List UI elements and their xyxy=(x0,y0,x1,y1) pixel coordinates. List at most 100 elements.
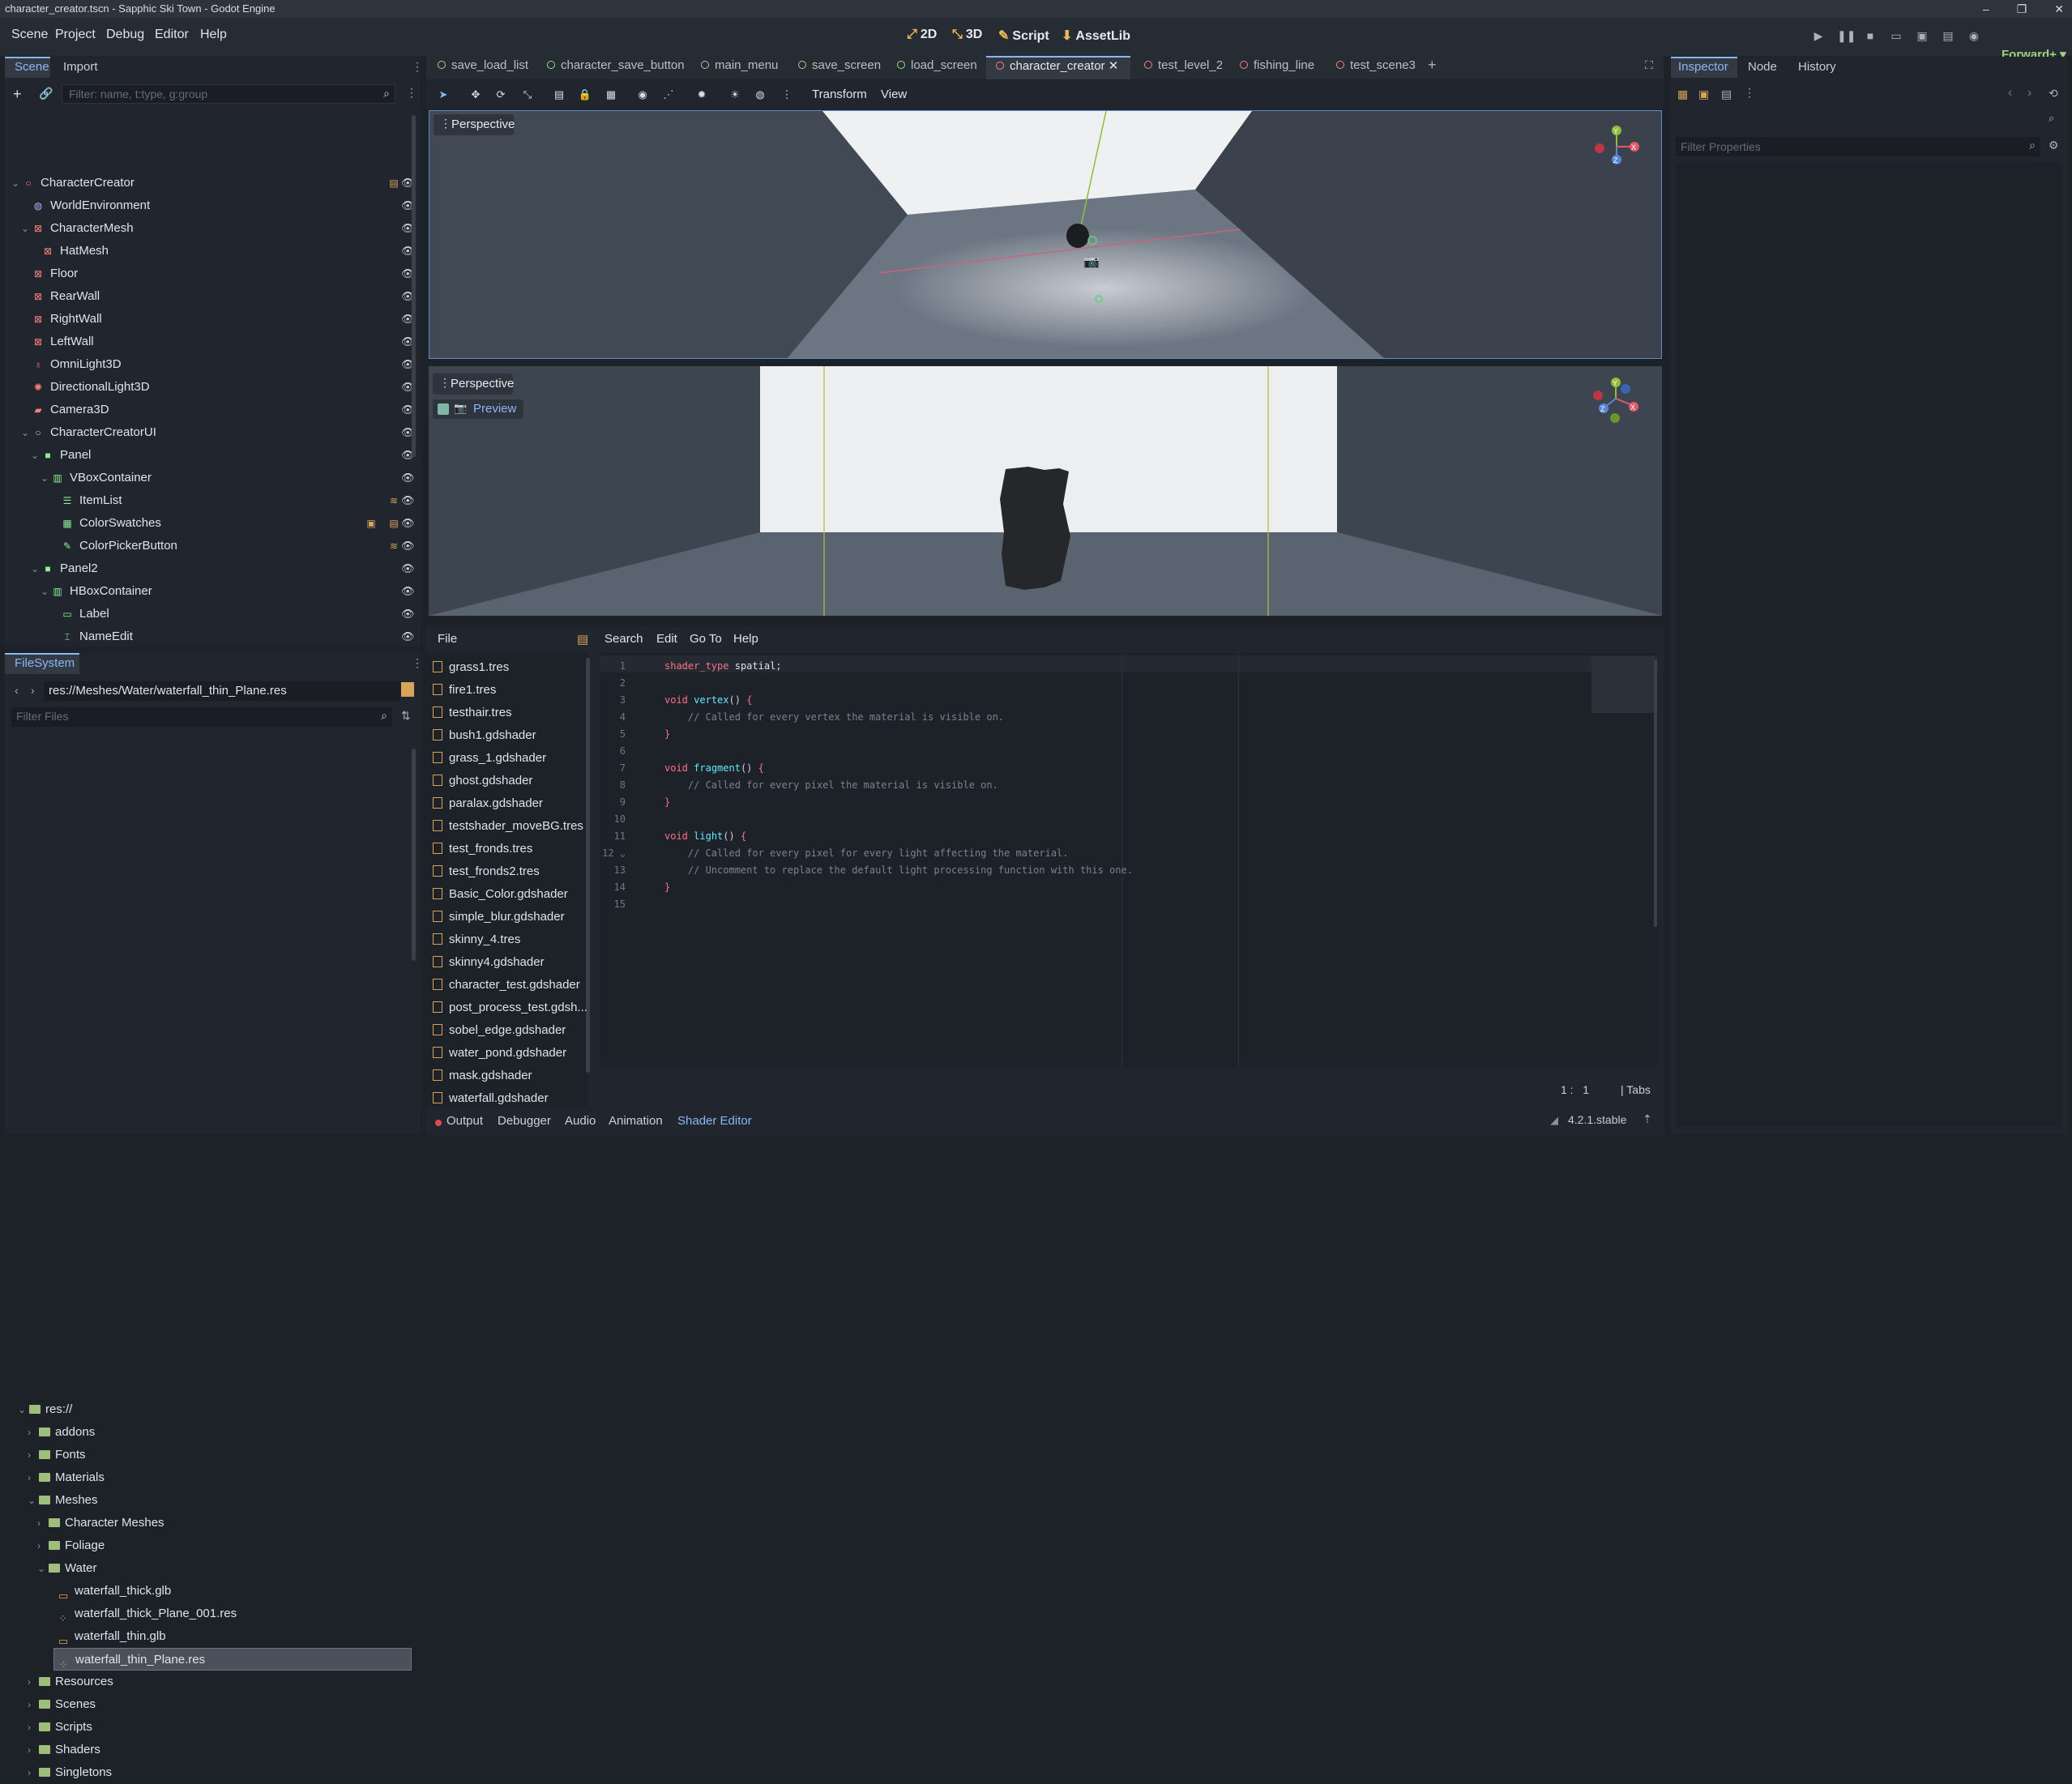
fs-folder-row[interactable]: › Resources xyxy=(18,1671,419,1693)
workspace-2d[interactable]: ⤢ 2D xyxy=(907,28,937,42)
expand-arrow-icon[interactable]: › xyxy=(28,1716,31,1739)
add-node-icon[interactable]: + xyxy=(13,86,22,103)
shader-menu-search[interactable]: Search xyxy=(605,632,643,646)
shader-file-item[interactable]: Basic_Color.gdshader xyxy=(433,883,591,906)
close-window-button[interactable]: ✕ xyxy=(2054,0,2064,18)
shader-file-item[interactable]: simple_blur.gdshader xyxy=(433,906,591,928)
scene-tree-row[interactable]: ⊠ HatMesh 👁 xyxy=(18,240,419,262)
scene-tree-row[interactable]: ⊠ LeftWall 👁 xyxy=(18,331,419,353)
viewport-top-menu[interactable]: ⋮ Perspective xyxy=(434,114,515,135)
shader-file-item[interactable]: fire1.tres xyxy=(433,679,591,702)
workspace-script[interactable]: ✎ Script xyxy=(998,28,1049,44)
shader-file-item[interactable]: testshader_moveBG.tres xyxy=(433,815,591,838)
scene-options-icon[interactable]: ⋮ xyxy=(406,86,417,100)
nav-forward-icon[interactable]: › xyxy=(31,684,35,697)
history-back-icon[interactable]: ‹ xyxy=(2008,86,2012,100)
scene-tree-row[interactable]: ⌄ ▥ HBoxContainer 👁 xyxy=(18,580,419,603)
scene-instance-icon[interactable]: ▣ xyxy=(365,517,378,530)
tab-filesystem[interactable]: FileSystem xyxy=(15,656,75,670)
viewport-bottom[interactable]: ⋮ Perspective 📷 Preview Y X Z xyxy=(429,366,1662,616)
expand-arrow-icon[interactable]: ⌄ xyxy=(31,557,39,580)
code-line[interactable]: 15 xyxy=(601,896,664,913)
code-line[interactable]: 2 xyxy=(601,675,664,692)
sun-toggle-icon[interactable]: ☀ xyxy=(728,87,742,102)
fs-folder-row[interactable]: › Scripts xyxy=(18,1716,419,1739)
scene-tab-character-creator[interactable]: character_creator ✕ xyxy=(996,58,1118,73)
fs-folder-row[interactable]: › Character Meshes xyxy=(18,1512,419,1534)
scene-tab-save-screen[interactable]: save_screen xyxy=(798,58,881,72)
visibility-eye-icon[interactable]: 👁 xyxy=(401,585,415,598)
remote-debug-icon[interactable]: ▭ xyxy=(1889,29,1903,44)
shader-file-item[interactable]: test_fronds.tres xyxy=(433,838,591,860)
shader-file-item[interactable]: skinny4.gdshader xyxy=(433,951,591,974)
scene-tree-row[interactable]: ⊠ RightWall 👁 xyxy=(18,308,419,331)
code-line[interactable]: 10 xyxy=(601,811,664,828)
local-space-icon[interactable]: ◉ xyxy=(635,87,650,102)
fs-file-row[interactable]: ▭ waterfall_thin.glb xyxy=(18,1625,419,1648)
group-icon[interactable]: ▦ xyxy=(604,87,618,102)
shader-file-item[interactable]: sobel_edge.gdshader xyxy=(433,1019,591,1042)
scene-tree-row[interactable]: ⌄ ○ CharacterCreator ▤ 👁 xyxy=(11,172,419,194)
scene-tree-row[interactable]: ◍ WorldEnvironment 👁 xyxy=(18,194,419,217)
menu-editor[interactable]: Editor xyxy=(155,28,189,42)
expand-arrow-icon[interactable]: ⌄ xyxy=(21,421,29,444)
scene-tree-row[interactable]: ▭ Label 👁 xyxy=(18,603,419,625)
shader-file-item[interactable]: grass1.tres xyxy=(433,656,591,679)
inspector-filter-input[interactable]: Filter Properties ⌕ xyxy=(1676,137,2040,156)
inspector-options-icon[interactable]: ⚙ xyxy=(2049,139,2059,152)
view-gizmo-bottom[interactable]: Y X Z xyxy=(1587,376,1644,425)
menu-help[interactable]: Help xyxy=(200,28,227,42)
toggle-files-icon[interactable]: ▤ xyxy=(577,632,588,647)
select-mode-icon[interactable]: ➤ xyxy=(436,87,451,102)
shader-file-item[interactable]: ghost.gdshader xyxy=(433,770,591,792)
signal-icon[interactable]: ≋ xyxy=(387,494,400,507)
scene-tree-row[interactable]: ⊠ RearWall 👁 xyxy=(18,285,419,308)
bottom-tab-output[interactable]: Output xyxy=(446,1114,483,1128)
menu-project[interactable]: Project xyxy=(55,28,96,42)
shader-menu-file[interactable]: File xyxy=(438,632,457,646)
fs-scrollbar[interactable] xyxy=(412,749,416,961)
code-line[interactable]: 6 xyxy=(601,743,664,760)
scene-tree-scrollbar[interactable] xyxy=(412,115,416,457)
code-line[interactable]: 5} xyxy=(601,726,670,743)
sort-icon[interactable]: ⇅ xyxy=(401,709,411,723)
expand-arrow-icon[interactable]: › xyxy=(37,1512,41,1534)
fs-folder-row[interactable]: › Singletons xyxy=(18,1761,419,1784)
environment-toggle-icon[interactable]: ◍ xyxy=(753,87,767,102)
expand-arrow-icon[interactable]: › xyxy=(28,1739,31,1761)
move-mode-icon[interactable]: ✥ xyxy=(468,87,483,102)
transform-menu[interactable]: Transform xyxy=(812,87,867,101)
close-tab-icon[interactable]: ✕ xyxy=(1105,59,1119,73)
fs-folder-row[interactable]: › Fonts xyxy=(18,1444,419,1466)
fs-path-field[interactable]: res://Meshes/Water/waterfall_thin_Plane.… xyxy=(44,681,400,701)
scene-tree-row[interactable]: ⌄ ■ Panel 👁 xyxy=(18,444,419,467)
code-line[interactable]: 3 void vertex() { xyxy=(601,692,753,709)
fs-folder-row[interactable]: › addons xyxy=(18,1421,419,1444)
shader-menu-edit[interactable]: Edit xyxy=(656,632,677,646)
fs-folder-row[interactable]: › Foliage xyxy=(18,1534,419,1557)
bottom-tab-animation[interactable]: Animation xyxy=(609,1114,663,1128)
split-mode-icon[interactable] xyxy=(401,682,414,697)
code-line[interactable]: 13 // Uncomment to replace the default l… xyxy=(601,862,1133,879)
shader-menu-help[interactable]: Help xyxy=(733,632,758,646)
expand-arrow-icon[interactable]: ⌄ xyxy=(41,467,49,489)
expand-arrow-icon[interactable]: ⌄ xyxy=(31,444,39,467)
fs-folder-row[interactable]: ⌄ Water xyxy=(18,1557,419,1580)
shader-file-item[interactable]: character_test.gdshader xyxy=(433,974,591,997)
expand-arrow-icon[interactable]: › xyxy=(28,1671,31,1693)
expand-arrow-icon[interactable]: ⌄ xyxy=(11,172,19,194)
code-line[interactable]: 7 void fragment() { xyxy=(601,760,764,777)
script-attached-icon[interactable]: ▤ xyxy=(387,177,400,190)
shader-file-item[interactable]: testhair.tres xyxy=(433,702,591,724)
scene-tree-row[interactable]: ⌄ ⊠ CharacterMesh 👁 xyxy=(18,217,419,240)
shader-file-item[interactable]: test_fronds2.tres xyxy=(433,860,591,883)
scene-tab-character-save-button[interactable]: character_save_button xyxy=(547,58,685,72)
fs-menu-icon[interactable]: ⋮ xyxy=(412,656,423,670)
scene-tree-row[interactable]: ✎ ColorPickerButton ≋ 👁 xyxy=(18,535,419,557)
camera-preview-toggle[interactable]: 📷 Preview xyxy=(433,399,523,419)
play-icon[interactable]: ▶ xyxy=(1811,29,1826,44)
shader-file-item[interactable]: post_process_test.gdsh... xyxy=(433,997,591,1019)
viewport-bottom-menu[interactable]: ⋮ Perspective xyxy=(433,373,514,395)
tab-history[interactable]: History xyxy=(1798,60,1836,74)
shader-file-item[interactable]: mask.gdshader xyxy=(433,1065,591,1087)
